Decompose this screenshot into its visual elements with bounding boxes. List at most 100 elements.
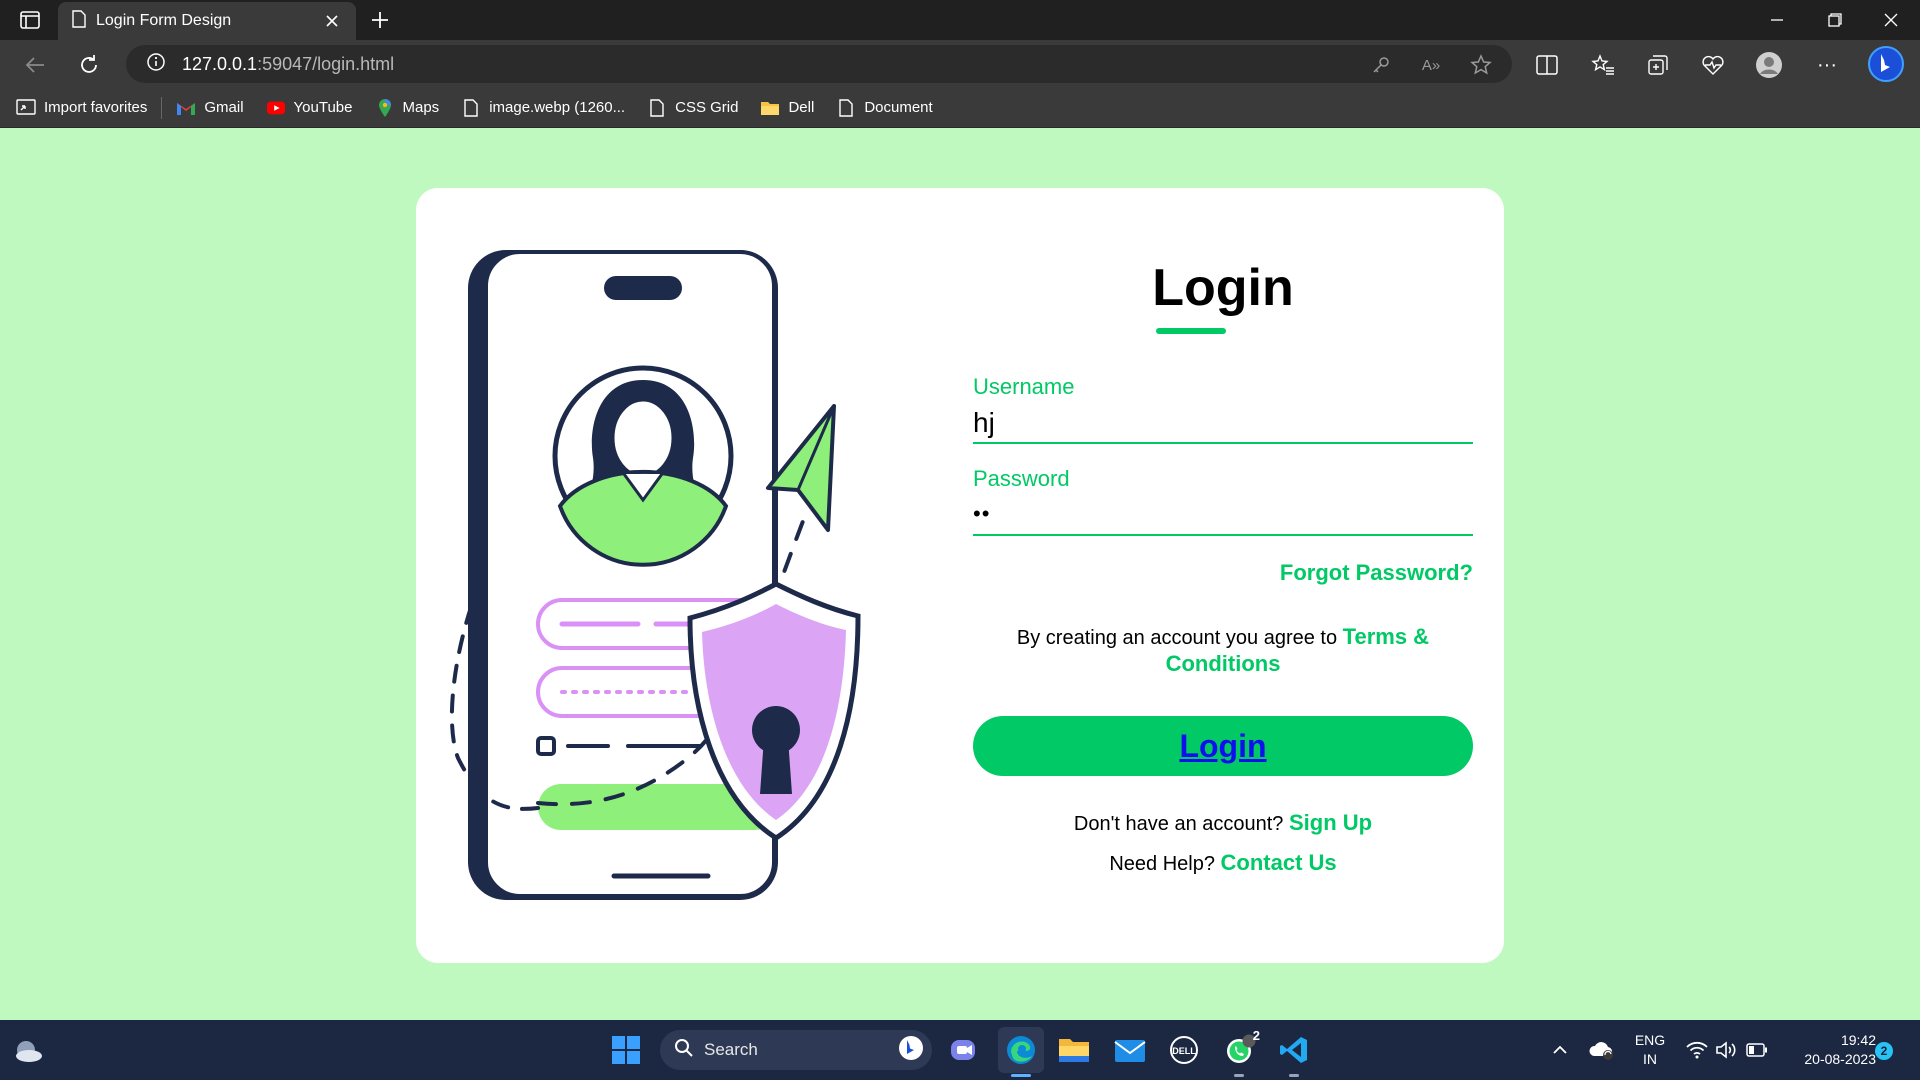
- signup-link[interactable]: Sign Up: [1289, 810, 1372, 835]
- favorite-label: Gmail: [204, 99, 244, 116]
- favorite-document[interactable]: Document: [836, 98, 933, 118]
- close-tab-icon[interactable]: [322, 11, 342, 31]
- username-label: Username: [973, 374, 1075, 399]
- url-host: 127.0.0.1: [182, 53, 258, 74]
- more-options-icon[interactable]: ···: [1812, 50, 1842, 80]
- teams-chat-icon[interactable]: [944, 1030, 984, 1070]
- star-icon[interactable]: [1470, 54, 1492, 76]
- signup-line: Don't have an account? Sign Up: [973, 810, 1473, 836]
- weather-icon[interactable]: [8, 1030, 48, 1070]
- folder-icon: [760, 98, 780, 118]
- file-explorer-icon[interactable]: [1054, 1030, 1094, 1070]
- favorite-maps[interactable]: Maps: [375, 98, 440, 118]
- info-icon[interactable]: [146, 52, 166, 77]
- minimize-button[interactable]: [1748, 0, 1806, 40]
- restore-button[interactable]: [1806, 0, 1864, 40]
- favorite-label: YouTube: [293, 99, 353, 116]
- login-form: Login Username Password •• Forgot Passwo…: [973, 258, 1473, 876]
- page-icon: [461, 98, 481, 118]
- navigation-bar: 127.0.0.1:59047/login.html A» ···: [0, 40, 1920, 88]
- whatsapp-icon[interactable]: 2: [1220, 1028, 1260, 1070]
- page-icon: [647, 98, 667, 118]
- form-title: Login: [973, 258, 1473, 334]
- favorite-import[interactable]: Import favorites: [16, 98, 147, 118]
- new-tab-button[interactable]: [366, 8, 394, 32]
- collections-icon[interactable]: [1643, 50, 1673, 80]
- edge-running-indicator: [1011, 1074, 1031, 1077]
- vscode-running-indicator: [1289, 1074, 1299, 1077]
- start-windows-icon[interactable]: [606, 1030, 646, 1070]
- favorite-label: image.webp (1260...: [489, 99, 626, 116]
- tab-title: Login Form Design: [96, 12, 232, 29]
- username-input[interactable]: [973, 400, 1473, 444]
- gmail-icon: [176, 98, 196, 118]
- page-icon: [836, 98, 856, 118]
- youtube-icon: [266, 98, 286, 118]
- tab-actions-icon[interactable]: [16, 8, 44, 32]
- volume-icon[interactable]: [1712, 1030, 1742, 1070]
- favorite-label: CSS Grid: [675, 99, 739, 116]
- form-title-text: Login: [1152, 259, 1294, 317]
- battery-icon[interactable]: [1742, 1030, 1772, 1070]
- browser-essentials-icon[interactable]: [1698, 50, 1728, 80]
- browser-tab-strip: Login Form Design: [0, 0, 1920, 40]
- favorites-divider: [161, 96, 163, 119]
- favorite-youtube[interactable]: YouTube: [266, 98, 353, 118]
- onedrive-sync-icon[interactable]: [1584, 1030, 1620, 1070]
- wifi-icon[interactable]: [1680, 1030, 1714, 1070]
- dell-icon[interactable]: DELL: [1164, 1030, 1204, 1070]
- language-indicator[interactable]: ENG IN: [1628, 1031, 1672, 1069]
- favorite-label: Dell: [788, 99, 815, 116]
- forgot-password-link[interactable]: Forgot Password?: [973, 560, 1473, 586]
- back-button[interactable]: [20, 50, 50, 80]
- favorites-icon[interactable]: [1588, 50, 1618, 80]
- title-underline: [1156, 328, 1226, 334]
- clock[interactable]: 19:42 20-08-2023: [1780, 1031, 1876, 1069]
- password-field: Password ••: [973, 466, 1473, 536]
- browser-tab-active[interactable]: Login Form Design: [58, 2, 356, 40]
- clock-time: 19:42: [1840, 1032, 1876, 1048]
- contact-link[interactable]: Contact Us: [1221, 850, 1337, 875]
- taskbar-search[interactable]: Search: [660, 1030, 932, 1070]
- signup-prefix: Don't have an account?: [1073, 813, 1289, 835]
- clock-date: 20-08-2023: [1804, 1051, 1876, 1067]
- favorite-label: Document: [864, 99, 933, 116]
- password-key-icon[interactable]: [1370, 54, 1392, 76]
- favorite-label: Maps: [402, 99, 440, 116]
- taskbar: Search DELL 2 ENG IN 19:42 20-08-2023 2: [0, 1020, 1920, 1080]
- favorite-css-grid[interactable]: CSS Grid: [647, 98, 738, 118]
- favorite-label: Import favorites: [44, 99, 148, 116]
- password-input[interactable]: ••: [973, 492, 1473, 536]
- search-icon: [674, 1038, 694, 1063]
- refresh-button[interactable]: [74, 50, 104, 80]
- read-aloud-icon[interactable]: A»: [1420, 54, 1442, 76]
- whatsapp-badge: 2: [1252, 1028, 1260, 1043]
- favorite-dell[interactable]: Dell: [760, 98, 814, 118]
- profile-avatar-icon[interactable]: [1754, 50, 1784, 80]
- password-label: Password: [973, 466, 1070, 491]
- notification-badge[interactable]: 2: [1875, 1042, 1893, 1060]
- login-illustration: [449, 250, 861, 900]
- favorites-bar: Import favorites Gmail YouTube Maps imag…: [0, 88, 1920, 128]
- favorite-image-webp[interactable]: image.webp (1260...: [461, 98, 625, 118]
- chevron-up-icon[interactable]: [1546, 1030, 1574, 1070]
- language-code: ENG: [1634, 1032, 1666, 1048]
- terms-text: By creating an account you agree to Term…: [973, 624, 1473, 678]
- terms-prefix: By creating an account you agree to: [1016, 627, 1343, 649]
- favorite-gmail[interactable]: Gmail: [176, 98, 244, 118]
- region-code: IN: [1643, 1051, 1657, 1067]
- bing-copilot-icon[interactable]: [1866, 44, 1906, 84]
- address-bar[interactable]: 127.0.0.1:59047/login.html A»: [126, 45, 1512, 83]
- login-button[interactable]: Login: [973, 716, 1473, 776]
- vscode-icon[interactable]: [1274, 1030, 1314, 1070]
- edge-icon[interactable]: [998, 1027, 1044, 1073]
- search-placeholder: Search: [704, 1040, 758, 1059]
- bing-search-icon: [898, 1035, 924, 1066]
- help-line: Need Help? Contact Us: [973, 850, 1473, 876]
- close-window-button[interactable]: [1862, 0, 1920, 40]
- url-path: :59047/login.html: [257, 53, 395, 74]
- mail-icon[interactable]: [1110, 1030, 1150, 1070]
- maps-icon: [375, 98, 395, 118]
- username-field: Username: [973, 374, 1473, 444]
- split-screen-icon[interactable]: [1532, 50, 1562, 80]
